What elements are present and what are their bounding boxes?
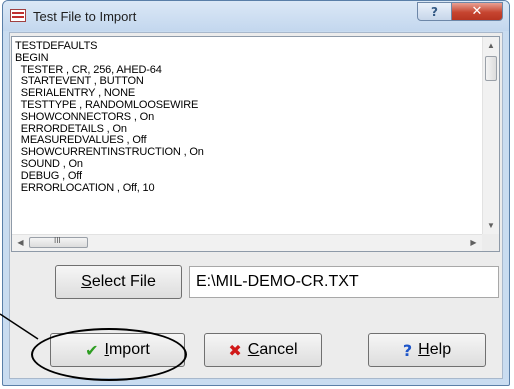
select-file-mnemonic: S: [81, 273, 92, 290]
cancel-button[interactable]: ✖ Cancel: [204, 333, 322, 367]
file-content-line: ERRORLOCATION , Off, 10: [15, 181, 155, 194]
help-icon: ?: [431, 4, 438, 19]
scroll-down-arrow-icon[interactable]: ▼: [483, 217, 499, 234]
horizontal-scrollbar[interactable]: ◀ III ▶: [12, 234, 482, 251]
import-dialog-window: Test File to Import ? ✕ TESTDEFAULTS BEGI…: [2, 0, 510, 386]
select-file-label: elect File: [91, 273, 156, 290]
titlebar-help-button[interactable]: ?: [417, 2, 452, 21]
scroll-left-arrow-icon[interactable]: ◀: [12, 235, 29, 251]
window-title: Test File to Import: [33, 9, 137, 24]
vertical-scroll-thumb[interactable]: [485, 56, 497, 81]
scroll-up-arrow-icon[interactable]: ▲: [483, 37, 499, 54]
file-content-line: SHOWCURRENTINSTRUCTION , On: [15, 146, 204, 159]
file-content-line: DEBUG , Off: [15, 169, 82, 182]
file-content-lines: TESTDEFAULTS BEGIN TESTER , CR, 256, AHED…: [15, 41, 481, 229]
help-mnemonic: H: [418, 341, 430, 358]
file-content-line: SOUND , On: [15, 157, 83, 170]
cancel-mnemonic: C: [247, 341, 260, 358]
file-content-line: BEGIN: [15, 51, 49, 64]
file-content-line: SHOWCONNECTORS , On: [15, 110, 155, 123]
file-path-field[interactable]: E:\MIL-DEMO-CR.TXT: [189, 266, 499, 298]
help-label: elp: [429, 341, 452, 358]
annotation-ellipse: [31, 328, 187, 381]
select-file-button[interactable]: Select File: [55, 265, 182, 299]
horizontal-scroll-thumb[interactable]: III: [29, 236, 88, 248]
app-icon: [10, 9, 26, 22]
close-icon: ✕: [471, 4, 483, 19]
scroll-right-arrow-icon[interactable]: ▶: [465, 235, 482, 251]
file-content-textarea[interactable]: TESTDEFAULTS BEGIN TESTER , CR, 256, AHED…: [11, 36, 500, 252]
close-button[interactable]: ✕: [451, 2, 503, 21]
vertical-scrollbar[interactable]: ▲ ▼: [482, 37, 499, 234]
dialog-body: TESTDEFAULTS BEGIN TESTER , CR, 256, AHED…: [9, 32, 503, 379]
cancel-label: ancel: [259, 341, 298, 358]
x-icon: ✖: [228, 340, 242, 360]
help-button[interactable]: ? Help: [368, 333, 486, 367]
file-content-line: TESTDEFAULTS: [15, 41, 98, 52]
scroll-grip-icon: III: [54, 236, 61, 245]
file-content-line: TESTTYPE , RANDOMLOOSEWIRE: [15, 98, 199, 111]
scrollbar-corner: [482, 234, 499, 251]
question-icon: ?: [402, 340, 413, 360]
